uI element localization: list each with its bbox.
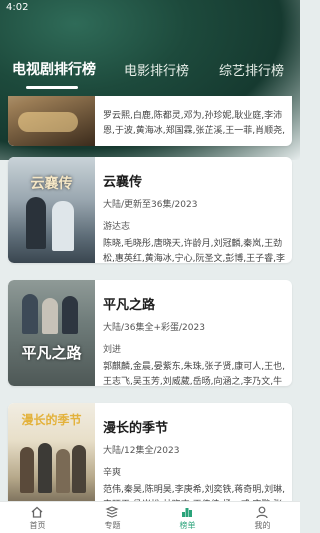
status-bar: 4:02	[0, 0, 300, 16]
topic-icon	[105, 506, 119, 518]
card-cast: 范伟,秦昊,陈明昊,李庚希,刘奕铁,蒋奇明,刘琳,安旺平,侯岩松,林晓杰,王传佳…	[103, 485, 286, 501]
list-item[interactable]: 平凡之路 平凡之路 大陆/36集全+彩蛋/2023 刘进 郭麒麟,金晨,晏紫东,…	[8, 280, 292, 386]
poster-title-art: 漫长的季节	[21, 413, 82, 427]
nav-ranking-label: 榜单	[179, 521, 196, 530]
card-title[interactable]: 云襄传	[103, 171, 142, 190]
home-icon	[31, 506, 43, 518]
bottom-navigation: 首页 专题 榜单 我的	[0, 501, 300, 533]
list-item[interactable]: 漫长的季节 漫长的季节 大陆/12集全/2023 辛爽 范伟,秦昊,陈明昊,李庚…	[8, 403, 292, 501]
list-item[interactable]: 罗云熙,白鹿,陈都灵,邓为,孙珍妮,耿业庭,李沛恩,于波,黄海冰,郑国霖,张芷溪…	[8, 96, 292, 146]
card-meta: 大陆/36集全+彩蛋/2023	[103, 323, 205, 333]
card-cast: 陈晓,毛晓彤,唐晓天,许龄月,刘冠麟,秦岚,王劲松,惠英红,黄海冰,宁心,阮圣文…	[103, 239, 286, 263]
nav-topic[interactable]: 专题	[75, 502, 150, 533]
card-meta: 大陆/更新至36集/2023	[103, 200, 198, 210]
card-cast: 郭麒麟,金晨,晏紫东,朱珠,张子贤,康可人,王也,王志飞,吴玉芳,刘威葳,岳旸,…	[103, 362, 286, 386]
nav-profile[interactable]: 我的	[225, 502, 300, 533]
poster-image: 云襄传	[8, 157, 95, 263]
nav-topic-label: 专题	[104, 521, 121, 530]
tab-tv-ranking[interactable]: 电视剧排行榜	[12, 59, 96, 79]
nav-profile-label: 我的	[254, 521, 271, 530]
card-meta: 大陆/12集全/2023	[103, 446, 180, 456]
nav-home-label: 首页	[29, 521, 46, 530]
ranking-list[interactable]: 罗云熙,白鹿,陈都灵,邓为,孙珍妮,耿业庭,李沛恩,于波,黄海冰,郑国霖,张芷溪…	[0, 96, 300, 501]
ranking-icon	[182, 508, 192, 517]
nav-home[interactable]: 首页	[0, 502, 75, 533]
profile-icon	[256, 506, 268, 519]
list-item[interactable]: 云襄传 云襄传 大陆/更新至36集/2023 游达志 陈晓,毛晓彤,唐晓天,许龄…	[8, 157, 292, 263]
poster-image: 漫长的季节	[8, 403, 95, 501]
card-director: 刘进	[103, 345, 122, 355]
status-time: 4:02	[6, 2, 29, 13]
poster-image	[8, 96, 95, 146]
card-director: 游达志	[103, 222, 131, 232]
ranking-tabs: 电视剧排行榜 电影排行榜 综艺排行榜	[0, 52, 300, 86]
poster-title-art: 云襄传	[30, 176, 73, 192]
poster-title-art: 平凡之路	[21, 344, 82, 362]
tab-variety-ranking[interactable]: 综艺排行榜	[219, 60, 284, 79]
tab-indicator	[26, 86, 78, 89]
card-cast: 罗云熙,白鹿,陈都灵,邓为,孙珍妮,耿业庭,李沛恩,于波,黄海冰,郑国霖,张芷溪…	[103, 111, 286, 136]
nav-ranking[interactable]: 榜单	[150, 502, 225, 533]
poster-image: 平凡之路	[8, 280, 95, 386]
card-title[interactable]: 漫长的季节	[103, 417, 168, 436]
card-title[interactable]: 平凡之路	[103, 294, 155, 313]
card-director: 辛爽	[103, 468, 122, 478]
tab-movie-ranking[interactable]: 电影排行榜	[124, 60, 189, 79]
